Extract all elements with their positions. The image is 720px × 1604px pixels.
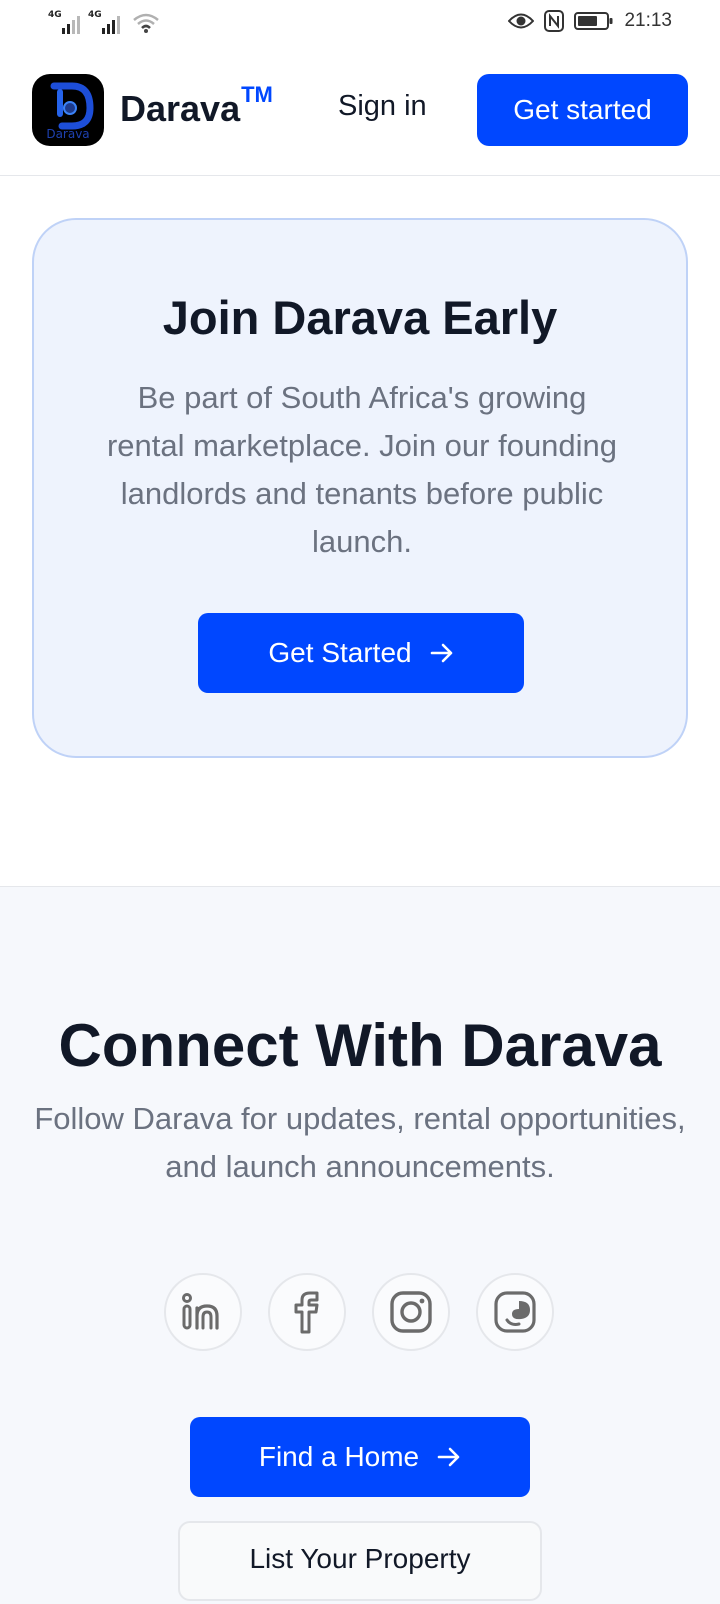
instagram-icon — [390, 1291, 432, 1333]
network-type-1: 4G — [48, 10, 62, 20]
join-description: Be part of South Africa's growing rental… — [106, 380, 618, 559]
instagram-link[interactable] — [372, 1273, 450, 1351]
signal-2: 4G — [88, 10, 120, 34]
brand-name: DaravaTM — [120, 82, 273, 130]
battery-icon — [574, 12, 613, 30]
list-property-button[interactable]: List Your Property — [178, 1521, 542, 1601]
signal-icon — [62, 12, 80, 34]
top-navbar: Darava DaravaTM Sign in Get started — [0, 56, 720, 176]
nfc-icon — [544, 10, 565, 32]
threads-link[interactable] — [476, 1273, 554, 1351]
status-bar: 4G 4G 21:13 — [0, 0, 720, 48]
sign-in-link[interactable]: Sign in — [338, 90, 427, 123]
join-get-started-button[interactable]: Get Started — [198, 613, 524, 693]
social-links — [164, 1273, 554, 1351]
connect-title: Connect With Darava — [58, 1012, 662, 1079]
arrow-right-icon — [430, 643, 452, 663]
signal-icon — [102, 12, 120, 34]
threads-icon — [494, 1291, 536, 1333]
facebook-link[interactable] — [268, 1273, 346, 1351]
facebook-icon — [294, 1291, 319, 1334]
connect-description: Follow Darava for updates, rental opport… — [34, 1101, 686, 1184]
find-home-button[interactable]: Find a Home — [190, 1417, 530, 1497]
clock: 21:13 — [624, 10, 672, 31]
logo-text: Darava — [46, 127, 89, 141]
brand-name-text: Darava — [120, 88, 241, 129]
network-type-2: 4G — [88, 10, 102, 20]
find-home-label: Find a Home — [258, 1441, 420, 1472]
join-button-label: Get Started — [268, 637, 412, 668]
wifi-icon — [133, 13, 159, 33]
status-left: 4G 4G — [48, 10, 160, 34]
signal-1: 4G — [48, 10, 80, 34]
arrow-right-icon — [437, 1447, 460, 1467]
logo-mark-icon: Darava — [46, 82, 94, 141]
join-early-card: Join Darava Early Be part of South Afric… — [32, 218, 688, 758]
join-title: Join Darava Early — [162, 291, 558, 344]
connect-section: Connect With Darava Follow Darava for up… — [0, 886, 720, 1604]
status-right: 21:13 — [508, 10, 672, 32]
get-started-button[interactable]: Get started — [477, 74, 688, 146]
eye-icon — [508, 13, 535, 29]
app-logo[interactable]: Darava — [32, 74, 104, 146]
trademark-mark: TM — [241, 82, 273, 107]
linkedin-link[interactable] — [164, 1273, 242, 1351]
linkedin-icon — [182, 1293, 219, 1330]
